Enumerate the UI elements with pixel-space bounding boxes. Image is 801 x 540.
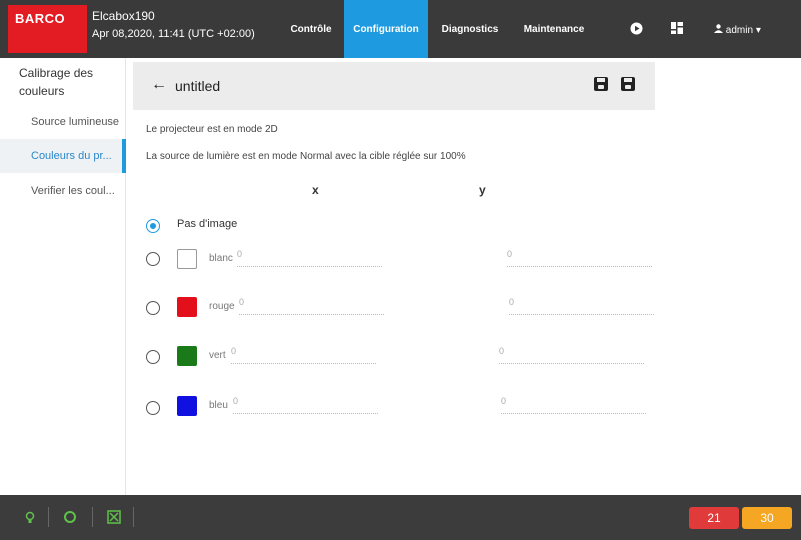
- barco-logo: BARCO: [8, 5, 87, 53]
- radio-green[interactable]: [146, 350, 160, 364]
- sidebar-item-source-lumineuse[interactable]: Source lumineuse: [0, 105, 126, 139]
- radio-white[interactable]: [146, 252, 160, 266]
- save-as-icon[interactable]: [621, 77, 635, 91]
- light-source-text: La source de lumière est en mode Normal …: [146, 151, 466, 162]
- column-header-y: y: [479, 183, 486, 197]
- device-name: Elcabox190: [92, 9, 155, 23]
- device-datetime: Apr 08,2020, 11:41 (UTC +02:00): [92, 28, 255, 40]
- tab-diagnostics[interactable]: Diagnostics: [434, 0, 506, 58]
- error-count-badge[interactable]: 21: [689, 507, 739, 529]
- white-x-field[interactable]: 0: [237, 247, 382, 267]
- blue-y-field[interactable]: 0: [501, 394, 646, 414]
- content-titlebar: ← untitled: [133, 62, 655, 110]
- radio-blue[interactable]: [146, 401, 160, 415]
- tab-maintenance[interactable]: Maintenance: [512, 0, 596, 58]
- user-name: admin: [725, 25, 754, 36]
- red-label: rouge: [209, 301, 235, 312]
- red-swatch: [177, 297, 197, 317]
- column-header-x: x: [312, 183, 319, 197]
- green-label: vert: [209, 350, 226, 361]
- top-bar: BARCO Elcabox190 Apr 08,2020, 11:41 (UTC…: [0, 0, 801, 58]
- page-title: untitled: [175, 78, 221, 94]
- lamp-status-icon[interactable]: [23, 510, 37, 524]
- blue-x-field[interactable]: 0: [233, 394, 378, 414]
- save-icon[interactable]: [594, 77, 608, 91]
- person-icon: [714, 24, 726, 36]
- tab-configuration[interactable]: Configuration: [344, 0, 428, 58]
- white-y-field[interactable]: 0: [507, 247, 652, 267]
- no-image-label: Pas d'image: [177, 218, 238, 230]
- tab-controle[interactable]: Contrôle: [282, 0, 340, 58]
- blue-swatch: [177, 396, 197, 416]
- signal-status-icon[interactable]: [107, 510, 121, 524]
- green-swatch: [177, 346, 197, 366]
- white-label: blanc: [209, 253, 233, 264]
- red-y-field[interactable]: 0: [509, 295, 654, 315]
- red-x-field[interactable]: 0: [239, 295, 384, 315]
- projector-mode-text: Le projecteur est en mode 2D: [146, 124, 278, 135]
- user-menu[interactable]: admin ▾: [714, 24, 761, 36]
- white-swatch: [177, 249, 197, 269]
- back-arrow-icon[interactable]: ←: [151, 76, 167, 94]
- sidebar: Calibrage des couleurs Source lumineuse …: [0, 58, 126, 495]
- radio-red[interactable]: [146, 301, 160, 315]
- dashboard-icon[interactable]: [671, 22, 683, 37]
- play-circle-icon[interactable]: [630, 22, 643, 38]
- green-y-field[interactable]: 0: [499, 344, 644, 364]
- sidebar-title: Calibrage des couleurs: [19, 66, 94, 98]
- refresh-status-icon[interactable]: [63, 510, 77, 524]
- footer-separator: [92, 507, 93, 527]
- sidebar-item-verifier[interactable]: Verifier les coul...: [0, 174, 126, 208]
- status-bar: 21 30: [0, 495, 801, 540]
- warning-count-badge[interactable]: 30: [742, 507, 792, 529]
- footer-separator: [48, 507, 49, 527]
- footer-separator: [133, 507, 134, 527]
- caret-down-icon: ▾: [755, 25, 761, 36]
- radio-no-image[interactable]: [146, 219, 160, 233]
- blue-label: bleu: [209, 400, 228, 411]
- sidebar-item-couleurs[interactable]: Couleurs du pr...: [0, 139, 126, 173]
- green-x-field[interactable]: 0: [231, 344, 376, 364]
